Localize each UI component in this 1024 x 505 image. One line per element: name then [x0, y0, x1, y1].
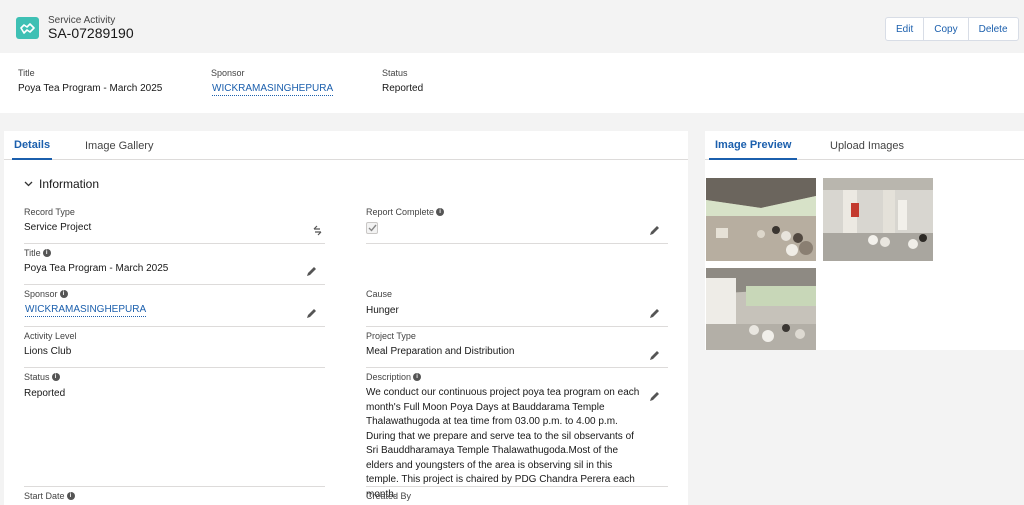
preview-image-2[interactable] [823, 178, 933, 261]
section-information-title: Information [39, 177, 100, 191]
copy-button[interactable]: Copy [924, 18, 969, 40]
section-information-header[interactable]: Information [24, 177, 99, 191]
tab-image-gallery[interactable]: Image Gallery [85, 131, 153, 160]
highlight-sponsor-label: Sponsor [211, 68, 245, 78]
report-complete-checkbox [366, 222, 378, 234]
highlight-status-label: Status [382, 68, 408, 78]
field-value: Hunger [366, 305, 399, 316]
pencil-icon[interactable] [306, 266, 317, 277]
field-value: Lions Club [24, 346, 72, 357]
highlight-status: Status Reported [382, 68, 423, 94]
preview-image-1[interactable] [706, 178, 816, 261]
record-name: SA-07289190 [48, 25, 134, 41]
info-icon[interactable]: i [413, 373, 422, 381]
pencil-icon[interactable] [649, 225, 660, 236]
field-label: Created By [366, 491, 412, 501]
field-label: Record Type [24, 207, 75, 217]
highlight-title: Title Poya Tea Program - March 2025 [18, 68, 162, 94]
field-label: Cause [366, 289, 393, 299]
field-label: Description [366, 372, 412, 382]
pencil-icon[interactable] [649, 308, 660, 319]
chevron-down-icon [24, 181, 33, 187]
field-label: Start Date [24, 491, 65, 501]
pencil-icon[interactable] [306, 308, 317, 319]
info-icon[interactable]: i [436, 208, 445, 216]
field-title: Title i Poya Tea Program - March 2025 [24, 248, 325, 285]
field-status: Status i Reported [24, 372, 325, 487]
action-button-group: Edit Copy Delete [885, 17, 1019, 41]
record-header: Service Activity SA-07289190 Edit Copy D… [0, 0, 1024, 52]
field-label: Sponsor [24, 289, 58, 299]
highlights-panel: Title Poya Tea Program - March 2025 Spon… [0, 53, 1024, 113]
highlight-status-value: Reported [382, 83, 424, 94]
preview-image-3[interactable] [706, 268, 816, 350]
field-report-complete: Report Complete i [366, 207, 668, 244]
info-icon[interactable]: i [42, 249, 51, 257]
highlight-sponsor: Sponsor WICKRAMASINGHEPURA [211, 68, 334, 96]
field-created-by: Created By [366, 491, 668, 505]
field-value: Meal Preparation and Distribution [366, 346, 515, 357]
tab-upload-images[interactable]: Upload Images [830, 131, 904, 160]
field-activity-level: Activity Level Lions Club [24, 331, 325, 368]
field-cause: Cause Hunger [366, 289, 668, 327]
info-icon[interactable]: i [51, 373, 60, 381]
field-label: Status [24, 372, 50, 382]
field-value: Service Project [24, 222, 92, 233]
pencil-icon[interactable] [649, 391, 660, 402]
highlight-sponsor-link[interactable]: WICKRAMASINGHEPURA [212, 83, 334, 96]
field-start-date: Start Date i [24, 491, 325, 505]
field-record-type: Record Type Service Project [24, 207, 325, 244]
service-activity-icon [16, 17, 39, 39]
details-tabs: Details Image Gallery [4, 131, 688, 160]
info-icon[interactable]: i [66, 492, 75, 500]
field-label: Report Complete [366, 207, 435, 217]
sponsor-link[interactable]: WICKRAMASINGHEPURA [25, 304, 147, 317]
edit-button[interactable]: Edit [886, 18, 925, 40]
highlight-title-label: Title [18, 68, 35, 78]
checkmark-icon [368, 224, 377, 232]
image-tabs: Image Preview Upload Images [705, 131, 1024, 160]
field-sponsor: Sponsor i WICKRAMASINGHEPURA [24, 289, 325, 327]
change-record-type-icon[interactable] [312, 225, 323, 236]
field-value: Poya Tea Program - March 2025 [24, 263, 169, 274]
tab-image-preview[interactable]: Image Preview [709, 131, 798, 160]
tab-details[interactable]: Details [12, 131, 53, 160]
delete-button[interactable]: Delete [969, 18, 1018, 40]
field-value: Reported [24, 388, 66, 399]
highlight-title-value: Poya Tea Program - March 2025 [18, 83, 163, 94]
field-project-type: Project Type Meal Preparation and Distri… [366, 331, 668, 368]
pencil-icon[interactable] [649, 350, 660, 361]
field-label: Activity Level [24, 331, 77, 341]
field-description: Description i We conduct our continuous p… [366, 372, 668, 500]
field-label: Title [24, 248, 41, 258]
details-card: Details Image Gallery Information Record… [4, 131, 688, 505]
info-icon[interactable]: i [59, 290, 68, 298]
field-label: Project Type [366, 331, 416, 341]
image-preview-card: Image Preview Upload Images [705, 131, 1024, 350]
field-value: We conduct our continuous project poya t… [366, 387, 640, 500]
